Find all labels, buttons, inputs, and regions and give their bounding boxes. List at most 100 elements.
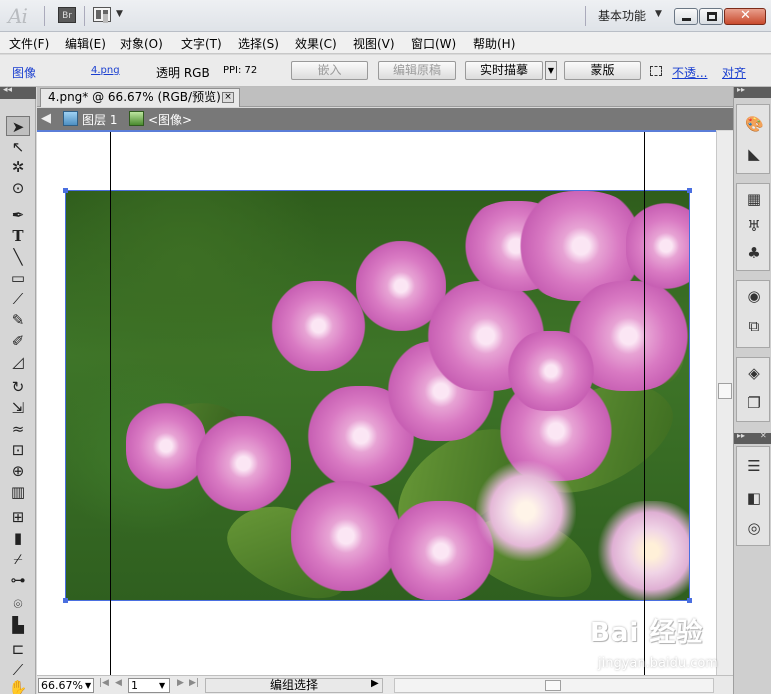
close-icon[interactable]: ✕ <box>760 431 767 440</box>
chevron-down-icon[interactable]: ▼ <box>85 679 91 692</box>
scrollbar-thumb[interactable] <box>718 383 732 399</box>
next-artboard-icon[interactable]: ▶ <box>177 678 184 688</box>
bridge-button[interactable]: Br <box>58 7 76 23</box>
resize-handle[interactable] <box>687 188 692 193</box>
arrange-documents-icon[interactable] <box>93 7 111 23</box>
breadcrumb-object[interactable]: <图像> <box>148 111 192 128</box>
panel-header[interactable]: ▸▸ <box>734 85 771 98</box>
stroke-icon[interactable]: ☰ <box>745 457 763 475</box>
paintbrush-tool-icon[interactable]: ⟋ <box>6 289 30 309</box>
type-tool-icon[interactable]: T <box>6 226 30 246</box>
chevron-down-icon[interactable]: ▼ <box>655 9 662 19</box>
chevron-down-icon[interactable]: ▼ <box>159 679 165 692</box>
pen-tool-icon[interactable]: ✒ <box>6 205 30 225</box>
document-tab[interactable]: 4.png* @ 66.67% (RGB/预览) × <box>40 88 240 107</box>
transparency-icon[interactable]: ◎ <box>745 519 763 537</box>
menu-edit[interactable]: 编辑(E) <box>65 35 106 52</box>
swatches-icon[interactable]: ▦ <box>745 190 763 208</box>
tracing-presets-dropdown[interactable]: ▼ <box>545 61 557 80</box>
back-arrow-icon[interactable]: ◀ <box>41 111 57 126</box>
panel-header[interactable]: ▸▸ ✕ <box>734 431 771 444</box>
rotate-tool-icon[interactable]: ↻ <box>6 377 30 397</box>
blob-brush-tool-icon[interactable]: ✐ <box>6 331 30 351</box>
menu-select[interactable]: 选择(S) <box>238 35 279 52</box>
object-type-label[interactable]: 图像 <box>12 64 36 81</box>
scrollbar-thumb[interactable] <box>545 680 561 691</box>
slice-tool-icon[interactable]: ⟋ <box>6 660 30 680</box>
resize-handle[interactable] <box>63 598 68 603</box>
expand-icon[interactable]: ▸▸ <box>737 85 745 94</box>
expand-icon[interactable]: ▸▸ <box>737 431 745 440</box>
image-icon <box>129 111 144 126</box>
color-guide-icon[interactable]: ◣ <box>745 145 763 163</box>
edit-original-button[interactable]: 编辑原稿 <box>378 61 456 80</box>
first-artboard-icon[interactable]: |◀ <box>99 678 109 688</box>
embed-button[interactable]: 嵌入 <box>291 61 368 80</box>
rectangle-tool-icon[interactable]: ▭ <box>6 268 30 288</box>
artboard-number-field[interactable]: 1 ▼ <box>128 678 170 693</box>
chevron-down-icon[interactable]: ▼ <box>116 9 123 19</box>
eraser-tool-icon[interactable]: ◿ <box>6 352 30 372</box>
mesh-tool-icon[interactable]: ⊞ <box>6 507 30 527</box>
live-trace-button[interactable]: 实时描摹 <box>465 61 543 80</box>
hand-tool-icon[interactable]: ✋ <box>6 678 30 694</box>
color-panel-icon[interactable]: 🎨 <box>745 115 764 133</box>
menu-help[interactable]: 帮助(H) <box>473 35 515 52</box>
previous-artboard-icon[interactable]: ◀ <box>115 678 122 688</box>
mask-button[interactable]: 蒙版 <box>564 61 641 80</box>
crop-icon[interactable] <box>650 66 662 76</box>
menu-file[interactable]: 文件(F) <box>9 35 49 52</box>
resize-handle[interactable] <box>63 188 68 193</box>
column-graph-tool-icon[interactable]: ▙ <box>6 615 30 635</box>
direct-selection-tool-icon[interactable]: ↖ <box>6 137 30 157</box>
menu-view[interactable]: 视图(V) <box>353 35 395 52</box>
close-icon[interactable]: × <box>222 92 234 103</box>
menu-effect[interactable]: 效果(C) <box>295 35 337 52</box>
menu-window[interactable]: 窗口(W) <box>411 35 456 52</box>
menu-object[interactable]: 对象(O) <box>120 35 163 52</box>
gradient-icon[interactable]: ◧ <box>745 489 763 507</box>
artboard-tool-icon[interactable]: ⊏ <box>6 639 30 659</box>
symbol-sprayer-tool-icon[interactable]: ⌾ <box>6 594 30 614</box>
canvas[interactable] <box>37 131 716 675</box>
magic-wand-tool-icon[interactable]: ✲ <box>6 157 30 177</box>
brushes-icon[interactable]: ♅ <box>745 217 763 235</box>
appearance-icon[interactable]: ◉ <box>745 287 763 305</box>
warp-tool-icon[interactable]: ≈ <box>6 419 30 439</box>
layers-icon[interactable]: ◈ <box>745 364 763 382</box>
pencil-tool-icon[interactable]: ✎ <box>6 310 30 330</box>
watermark-logo: Bai 经验 <box>590 618 704 648</box>
selection-tool-icon[interactable]: ➤ <box>6 116 30 136</box>
workspace-switcher[interactable]: 基本功能 <box>598 7 646 24</box>
breadcrumb-layer[interactable]: 图层 1 <box>82 111 117 128</box>
status-menu-arrow-icon[interactable]: ▶ <box>371 678 379 689</box>
vertical-scrollbar[interactable] <box>716 131 733 675</box>
eyedropper-tool-icon[interactable]: ⌿ <box>6 549 30 569</box>
gradient-tool-icon[interactable]: ▮ <box>6 528 30 548</box>
panel-header[interactable]: ◂◂ <box>0 85 36 99</box>
maximize-button[interactable] <box>699 8 723 25</box>
graph-tool-icon[interactable]: ▥ <box>6 482 30 502</box>
shape-builder-tool-icon[interactable]: ⊕ <box>6 461 30 481</box>
blend-tool-icon[interactable]: ⊶ <box>6 570 30 590</box>
scale-tool-icon[interactable]: ⇲ <box>6 398 30 418</box>
collapse-icon[interactable]: ◂◂ <box>3 85 12 95</box>
artboards-icon[interactable]: ❐ <box>745 394 763 412</box>
lasso-tool-icon[interactable]: ⊙ <box>6 178 30 198</box>
opacity-link[interactable]: 不透... <box>672 64 707 81</box>
line-tool-icon[interactable]: ╲ <box>6 247 30 267</box>
minimize-button[interactable] <box>674 8 698 25</box>
placed-image[interactable] <box>65 190 690 601</box>
graphic-styles-icon[interactable]: ⧉ <box>745 317 763 335</box>
flower <box>126 401 206 491</box>
free-transform-tool-icon[interactable]: ⊡ <box>6 440 30 460</box>
linked-file-link[interactable]: 4.png <box>91 65 120 76</box>
close-button[interactable]: ✕ <box>724 8 766 25</box>
menu-type[interactable]: 文字(T) <box>181 35 222 52</box>
status-menu[interactable]: 编组选择 <box>205 678 383 693</box>
last-artboard-icon[interactable]: ▶| <box>189 678 199 688</box>
zoom-select[interactable]: 66.67% ▼ <box>38 678 94 693</box>
resize-handle[interactable] <box>687 598 692 603</box>
symbols-icon[interactable]: ♣ <box>745 244 763 262</box>
align-link[interactable]: 对齐 <box>722 64 746 81</box>
